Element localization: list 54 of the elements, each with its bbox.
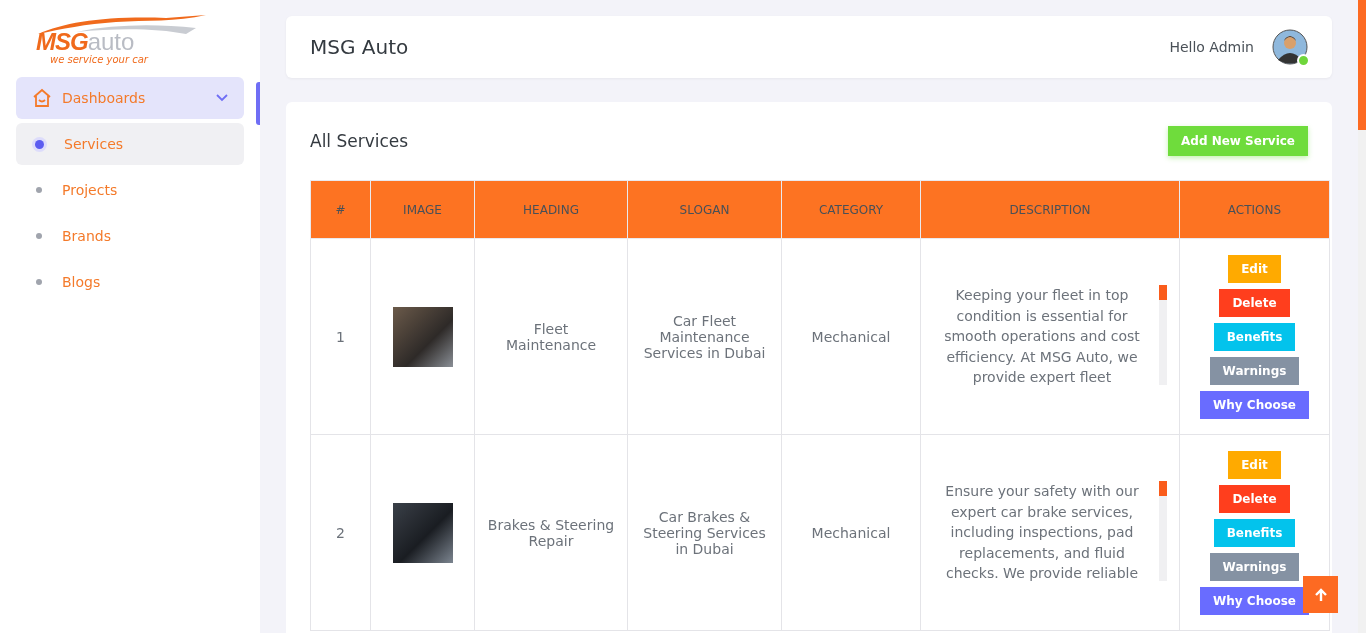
bullet-icon <box>36 187 42 193</box>
delete-button[interactable]: Delete <box>1219 288 1290 317</box>
card-title: All Services <box>310 131 409 151</box>
bullet-icon <box>36 233 42 239</box>
dashboards-menu[interactable]: Dashboards <box>16 77 244 119</box>
sidebar-item[interactable]: Projects <box>16 169 244 211</box>
page-title: MSG Auto <box>310 35 410 59</box>
column-header: # <box>310 180 371 239</box>
benefits-button[interactable]: Benefits <box>1213 322 1296 351</box>
description-text: Ensure your safety with our expert car brake services, including inspections, pad replacements, and fluid checks. We provide reliable <box>944 482 1140 584</box>
delete-button[interactable]: Delete <box>1219 484 1290 513</box>
photo-placeholder <box>392 502 453 563</box>
brand-name-suffix: auto <box>87 30 135 54</box>
greeting-text: Hello Admin <box>1169 39 1254 55</box>
table-cell: 1 <box>310 238 371 435</box>
table-cell: Mechanical <box>781 238 921 435</box>
table-cell: Car Brakes & Steering Services in Dubai <box>627 434 782 631</box>
why-choose-button[interactable]: Why Choose <box>1200 586 1309 615</box>
column-header: HEADING <box>474 180 628 239</box>
table-cell: Brakes & Steering Repair <box>474 434 628 631</box>
active-indicator <box>256 82 260 125</box>
home-icon <box>32 88 52 108</box>
arrow-up-icon <box>1313 587 1328 602</box>
warnings-button[interactable]: Warnings <box>1209 552 1300 581</box>
sidebar-item[interactable]: Services <box>16 123 244 165</box>
caret-icon <box>216 94 228 102</box>
edit-button[interactable]: Edit <box>1228 450 1281 479</box>
column-header: ACTIONS <box>1179 180 1330 239</box>
scrollbar-thumb[interactable] <box>1358 0 1366 130</box>
why-choose-button[interactable]: Why Choose <box>1200 390 1309 419</box>
column-header: CATEGORY <box>781 180 921 239</box>
scrollbar-thumb[interactable] <box>1159 481 1167 497</box>
brand-name: MSG <box>36 30 88 54</box>
user-avatar[interactable] <box>1272 29 1308 65</box>
benefits-button[interactable]: Benefits <box>1213 518 1296 547</box>
bullet-icon <box>36 279 42 285</box>
table-cell: 2 <box>310 434 371 631</box>
scroll-to-top-button[interactable] <box>1303 576 1338 613</box>
edit-button[interactable]: Edit <box>1228 254 1281 283</box>
table-cell: Fleet Maintenance <box>474 238 628 435</box>
bullet-icon <box>35 139 44 149</box>
column-header: IMAGE <box>370 180 475 239</box>
table-cell: Car Fleet Maintenance Services in Dubai <box>627 238 782 435</box>
add-new-service-button[interactable]: Add New Service <box>1168 126 1308 156</box>
column-header: SLOGAN <box>627 180 782 239</box>
sidebar-item[interactable]: Brands <box>16 215 244 257</box>
scrollbar-thumb[interactable] <box>1159 285 1167 301</box>
sidebar-item[interactable]: Blogs <box>16 261 244 303</box>
logo-tagline: we service your car <box>50 54 148 65</box>
description-text: Keeping your fleet in top condition is essential for smooth operations and cost efficiency. At MSG Auto, we provide expert fleet <box>943 286 1141 388</box>
column-header: DESCRIPTION <box>920 180 1180 239</box>
warnings-button[interactable]: Warnings <box>1209 356 1300 385</box>
photo-placeholder <box>392 306 453 367</box>
table-cell: Mechanical <box>781 434 921 631</box>
